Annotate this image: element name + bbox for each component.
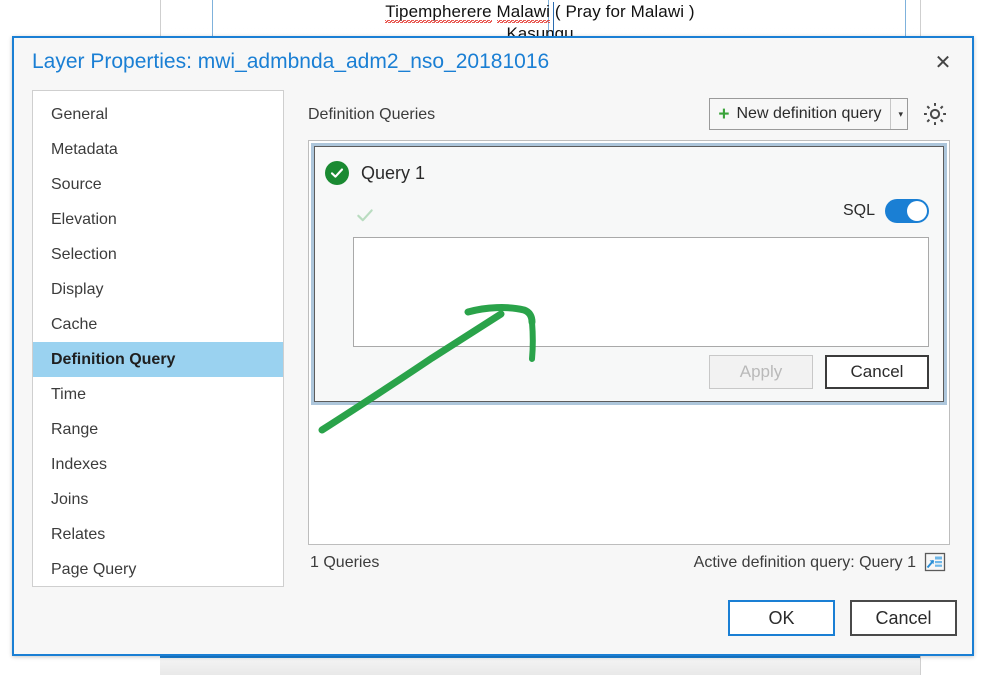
dialog-footer: OK Cancel: [14, 586, 972, 654]
sidebar-item-time[interactable]: Time: [33, 377, 283, 412]
sidebar-item-range[interactable]: Range: [33, 412, 283, 447]
document-title-suffix: ( Pray for Malawi ): [554, 2, 695, 21]
layer-properties-dialog: Layer Properties: mwi_admbnda_adm2_nso_2…: [12, 36, 974, 656]
sidebar-item-elevation[interactable]: Elevation: [33, 202, 283, 237]
sql-toggle-knob: [907, 201, 927, 221]
sidebar-item-general[interactable]: General: [33, 97, 283, 132]
sidebar-item-source[interactable]: Source: [33, 167, 283, 202]
definition-query-panel: Definition Queries + New definition quer…: [300, 90, 954, 587]
panel-header: Definition Queries + New definition quer…: [300, 90, 954, 144]
misspelled-word-2: Malawi: [496, 2, 551, 25]
new-definition-query-button[interactable]: + New definition query ▾: [709, 98, 908, 130]
new-definition-query-label: New definition query: [736, 105, 882, 122]
misspelled-word-1: Tipempherere: [385, 2, 492, 25]
sidebar-item-page-query[interactable]: Page Query: [33, 552, 283, 587]
apply-button: Apply: [709, 355, 813, 389]
panel-heading: Definition Queries: [308, 106, 436, 123]
sidebar-item-selection[interactable]: Selection: [33, 237, 283, 272]
query-card-header: Query 1: [325, 161, 425, 185]
sql-mode-row: SQL: [843, 199, 929, 223]
sidebar-item-display[interactable]: Display: [33, 272, 283, 307]
sidebar-item-relates[interactable]: Relates: [33, 517, 283, 552]
sql-expression-box[interactable]: [353, 237, 929, 347]
sql-toggle[interactable]: [885, 199, 929, 223]
query-cancel-button[interactable]: Cancel: [825, 355, 929, 389]
light-check-icon: [355, 205, 375, 230]
chevron-down-icon[interactable]: ▾: [890, 99, 903, 129]
dialog-cancel-button[interactable]: Cancel: [850, 600, 957, 636]
query-card-buttons: Apply Cancel: [709, 355, 929, 389]
query-title: Query 1: [361, 162, 426, 183]
sidebar-item-definition-query[interactable]: Definition Query: [33, 342, 283, 377]
sidebar-item-metadata[interactable]: Metadata: [33, 132, 283, 167]
dialog-titlebar: Layer Properties: mwi_admbnda_adm2_nso_2…: [14, 38, 972, 90]
panel-footer: 1 Queries Active definition query: Query…: [308, 547, 950, 583]
page-bottom-strip: [160, 658, 920, 675]
sidebar-item-cache[interactable]: Cache: [33, 307, 283, 342]
sql-label: SQL: [842, 202, 875, 219]
green-check-circle-icon: [325, 161, 349, 185]
query-card[interactable]: Query 1 SQL Apply Cancel: [311, 143, 947, 405]
dialog-title: Layer Properties: mwi_admbnda_adm2_nso_2…: [32, 50, 550, 73]
gear-icon[interactable]: [920, 99, 950, 129]
query-card-inner: Query 1 SQL Apply Cancel: [314, 146, 944, 402]
definition-query-table-icon[interactable]: [922, 551, 948, 575]
active-query-label: Active definition query: Query 1: [693, 554, 916, 571]
plus-icon: +: [718, 103, 730, 125]
document-title: Tipempherere Malawi ( Pray for Malawi ): [160, 2, 920, 25]
ok-button[interactable]: OK: [728, 600, 835, 636]
sidebar-item-joins[interactable]: Joins: [33, 482, 283, 517]
sql-input[interactable]: [354, 238, 928, 346]
close-icon[interactable]: ✕: [922, 44, 964, 80]
properties-sidebar: General Metadata Source Elevation Select…: [32, 90, 284, 587]
sidebar-item-indexes[interactable]: Indexes: [33, 447, 283, 482]
query-count-label: 1 Queries: [310, 554, 380, 571]
queries-list: Query 1 SQL Apply Cancel: [308, 140, 950, 545]
